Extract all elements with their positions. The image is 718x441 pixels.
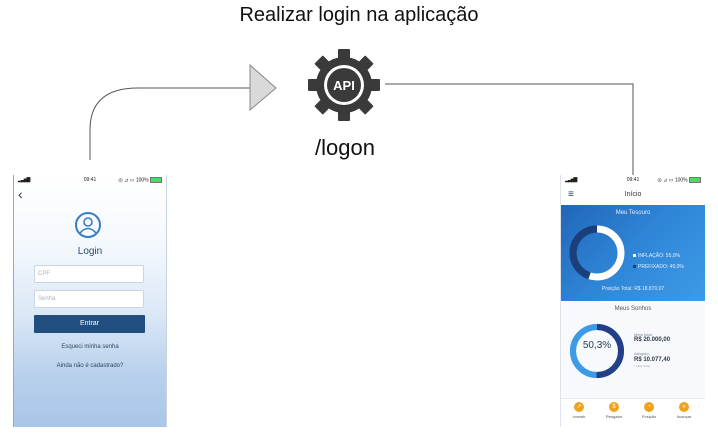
investir-icon: ↗ xyxy=(574,402,584,412)
legend-prefixado: PREFIXADO: 45,0% xyxy=(633,264,684,270)
connector-api-to-home xyxy=(385,83,634,180)
legend-inflacao-label: INFLAÇÃO: 55,0% xyxy=(638,253,680,259)
status-icons: ◎ ⊿ ▭ 100% xyxy=(118,177,149,184)
nav-resgatar-label: Resgatar xyxy=(605,414,623,419)
atingido-note: * valor bruto xyxy=(634,364,651,368)
bottom-nav: ↗ Investir $ Resgatar ◔ Posição » Avança… xyxy=(561,398,705,427)
login-phone-screen: ▂▃▅▇ 09:41 ◎ ⊿ ▭ 100% ‹ Login CPF Senha … xyxy=(13,175,167,427)
nav-resgatar[interactable]: $ Resgatar xyxy=(597,402,631,419)
home-title: Início xyxy=(624,191,642,198)
meta-value: R$ 20.000,00 xyxy=(634,337,671,343)
endpoint-label: /logon xyxy=(315,135,375,160)
home-phone-screen: ▂▃▅▇ 09:41 ◎ ⊿ ▭ 100% ≡ Início Meu Tesou… xyxy=(560,175,705,427)
nav-posicao-label: Posição xyxy=(641,414,657,419)
tesouro-donut-chart xyxy=(569,225,625,281)
status-indicators: ◎ ⊿ ▭ 100% xyxy=(657,177,701,183)
api-label: API xyxy=(333,78,355,93)
legend-inflacao: INFLAÇÃO: 55,0% xyxy=(633,253,680,259)
arrowhead xyxy=(249,63,277,112)
tesouro-total: Posição Total: R$ 18.870,07 xyxy=(601,286,665,292)
home-header: ≡ Início xyxy=(561,185,705,205)
status-icons: ◎ ⊿ ▭ 100% xyxy=(657,177,688,184)
legend-swatch xyxy=(633,265,636,269)
sonhos-percent: 50,3% xyxy=(582,340,612,351)
nav-avancar-label: Avançar xyxy=(676,414,692,419)
cpf-input[interactable]: CPF xyxy=(34,265,144,283)
forgot-password-link[interactable]: Esqueci minha senha xyxy=(14,344,166,350)
atingido-value: R$ 10.077,40 xyxy=(634,357,671,363)
register-link[interactable]: Ainda não é cadastrado? xyxy=(14,363,166,369)
back-chevron-icon[interactable]: ‹ xyxy=(18,186,23,202)
password-input[interactable]: Senha xyxy=(34,290,144,308)
api-gear-icon: API xyxy=(308,49,380,121)
status-bar: ▂▃▅▇ 09:41 ◎ ⊿ ▭ 100% xyxy=(561,175,705,185)
tesouro-title: Meu Tesouro xyxy=(615,210,651,216)
sonhos-title: Meus Sonhos xyxy=(614,306,652,312)
atingido-label: Atingido: xyxy=(634,351,650,356)
sonhos-card[interactable]: Meus Sonhos 50,3% Meta total: R$ 20.000,… xyxy=(561,302,705,398)
status-bar: ▂▃▅▇ 09:41 ◎ ⊿ ▭ 100% xyxy=(14,175,166,185)
legend-swatch xyxy=(633,254,636,258)
nav-avancar[interactable]: » Avançar xyxy=(667,402,701,419)
avancar-icon: » xyxy=(679,402,689,412)
battery-icon xyxy=(150,177,162,183)
login-heading: Login xyxy=(77,246,103,257)
battery-icon xyxy=(689,177,701,183)
nav-investir-label: Investir xyxy=(572,414,586,419)
nav-investir[interactable]: ↗ Investir xyxy=(562,402,596,419)
legend-prefixado-label: PREFIXADO: 45,0% xyxy=(638,264,684,270)
login-button[interactable]: Entrar xyxy=(34,315,145,333)
status-indicators: ◎ ⊿ ▭ 100% xyxy=(118,177,162,183)
nav-posicao[interactable]: ◔ Posição xyxy=(632,402,666,419)
posicao-icon: ◔ xyxy=(644,402,654,412)
user-icon xyxy=(75,212,101,238)
sonhos-donut-chart xyxy=(570,324,624,378)
tesouro-card[interactable]: Meu Tesouro INFLAÇÃO: 55,0% PREFIXADO: 4… xyxy=(561,205,705,301)
arrow-login-to-api xyxy=(89,87,250,160)
resgatar-icon: $ xyxy=(609,402,619,412)
